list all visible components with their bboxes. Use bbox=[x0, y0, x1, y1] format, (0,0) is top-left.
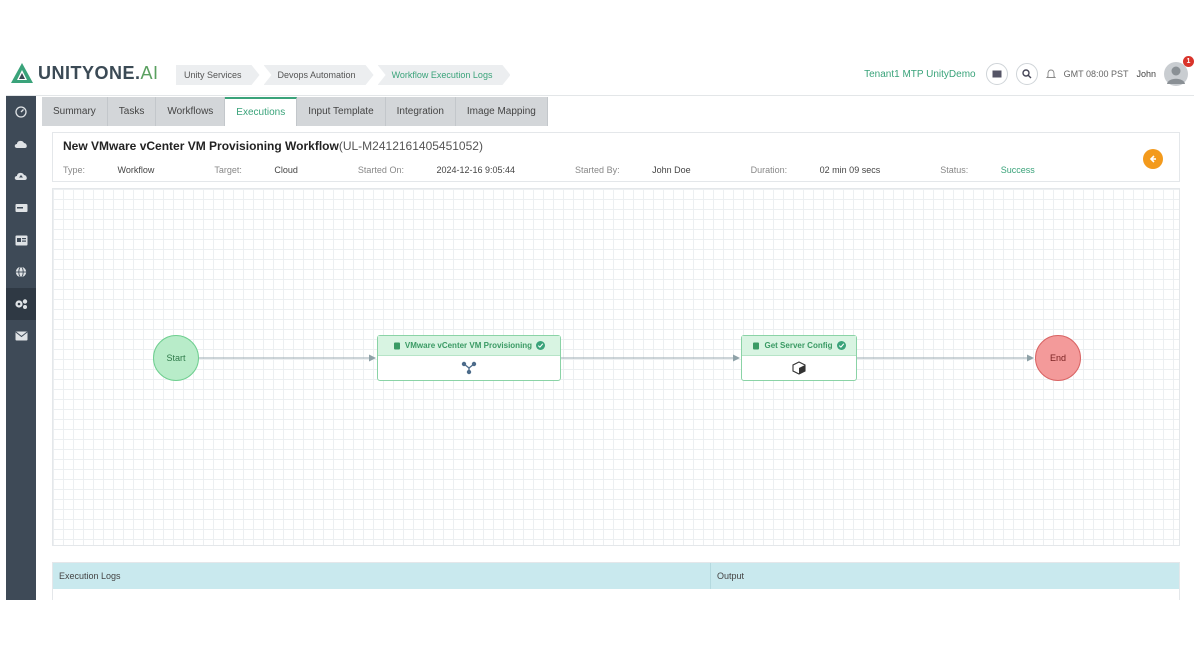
avatar[interactable]: 1 bbox=[1164, 56, 1194, 86]
cube-icon bbox=[792, 361, 806, 375]
workflow-meta: Type: Workflow Target: Cloud Started On:… bbox=[63, 165, 1095, 175]
brand-logo[interactable]: UNITYONE.AI bbox=[10, 62, 159, 84]
meta-started-on: Started On: 2024-12-16 9:05:44 bbox=[358, 165, 545, 175]
meta-target-label: Target: bbox=[214, 165, 242, 175]
meta-type-value: Workflow bbox=[117, 165, 155, 175]
arrow-left-icon bbox=[1149, 155, 1156, 163]
task-header: VMware vCenter VM Provisioning bbox=[378, 336, 560, 356]
tab-workflows[interactable]: Workflows bbox=[156, 97, 226, 126]
execution-logs-panel: Execution Logs Output bbox=[52, 562, 1180, 600]
task-db-icon bbox=[753, 342, 760, 349]
tab-summary[interactable]: Summary bbox=[42, 97, 108, 126]
notification-badge: 1 bbox=[1183, 56, 1194, 67]
meta-duration-label: Duration: bbox=[750, 165, 788, 175]
report-icon bbox=[15, 235, 27, 245]
breadcrumb-devops-automation[interactable]: Devops Automation bbox=[264, 65, 374, 85]
timezone-label: GMT 08:00 PST bbox=[1063, 69, 1129, 79]
tab-input-template[interactable]: Input Template bbox=[297, 97, 386, 126]
meta-type-label: Type: bbox=[63, 165, 86, 175]
logs-column-execution: Execution Logs bbox=[53, 563, 711, 589]
tab-bar: Summary Tasks Workflows Executions Input… bbox=[42, 97, 548, 126]
status-badge: Success bbox=[1000, 165, 1035, 175]
sidebar-item-mail[interactable] bbox=[6, 320, 36, 352]
cloud-upload-icon bbox=[14, 172, 27, 180]
server-icon bbox=[15, 204, 27, 212]
messages-button[interactable] bbox=[985, 63, 1008, 85]
sidebar-item-devops[interactable] bbox=[6, 288, 36, 320]
page-title: New VMware vCenter VM Provisioning Workf… bbox=[63, 139, 483, 153]
meta-duration-value: 02 min 09 secs bbox=[819, 165, 881, 175]
success-check-icon bbox=[536, 341, 546, 350]
sidebar-item-deploy[interactable] bbox=[6, 160, 36, 192]
sidebar-item-servers[interactable] bbox=[6, 192, 36, 224]
task-header: Get Server Config bbox=[742, 336, 856, 356]
breadcrumb-workflow-execution-logs[interactable]: Workflow Execution Logs bbox=[378, 65, 511, 85]
breadcrumb: Unity Services Devops Automation Workflo… bbox=[176, 65, 514, 85]
flow-task-get-server-config[interactable]: Get Server Config bbox=[741, 335, 857, 381]
breadcrumb-unity-services[interactable]: Unity Services bbox=[176, 65, 260, 85]
sidebar-item-dashboard[interactable] bbox=[6, 96, 36, 128]
top-bar: UNITYONE.AI Unity Services Devops Automa… bbox=[6, 52, 1194, 96]
workflow-canvas[interactable]: Start VMware vCenter VM Provisioning Get… bbox=[52, 188, 1180, 546]
search-icon bbox=[1021, 69, 1032, 79]
flow-task-vmware-provisioning[interactable]: VMware vCenter VM Provisioning bbox=[377, 335, 561, 381]
task-body bbox=[742, 356, 856, 380]
top-right-controls: Tenant1 MTP UnityDemo GMT 08:00 PST John… bbox=[864, 56, 1194, 86]
bell-icon[interactable] bbox=[1045, 69, 1056, 80]
task-label: VMware vCenter VM Provisioning bbox=[404, 341, 533, 350]
task-body bbox=[378, 356, 560, 380]
workflow-title: New VMware vCenter VM Provisioning Workf… bbox=[63, 139, 339, 153]
vmware-icon bbox=[461, 361, 477, 375]
meta-started-by: Started By: John Doe bbox=[575, 165, 721, 175]
flow-start-node[interactable]: Start bbox=[153, 335, 199, 381]
meta-target: Target: Cloud bbox=[214, 165, 328, 175]
workflow-id: (UL-M2412161405451052) bbox=[338, 139, 483, 153]
meta-started-by-label: Started By: bbox=[575, 165, 620, 175]
back-button[interactable] bbox=[1143, 149, 1163, 169]
task-label: Get Server Config bbox=[764, 341, 833, 350]
tab-tasks[interactable]: Tasks bbox=[107, 97, 157, 126]
tenant-selector[interactable]: Tenant1 MTP UnityDemo bbox=[864, 69, 976, 80]
envelope-icon bbox=[992, 70, 1002, 78]
meta-target-value: Cloud bbox=[274, 165, 298, 175]
meta-status: Status: Success bbox=[940, 165, 1065, 175]
user-name[interactable]: John bbox=[1136, 69, 1156, 79]
task-db-icon bbox=[393, 342, 400, 349]
flow-connectors bbox=[199, 354, 1034, 362]
sidebar-item-reports[interactable] bbox=[6, 224, 36, 256]
meta-type: Type: Workflow bbox=[63, 165, 184, 175]
sidebar-item-cloud[interactable] bbox=[6, 128, 36, 160]
tab-image-mapping[interactable]: Image Mapping bbox=[455, 97, 548, 126]
cloud-icon bbox=[14, 140, 27, 148]
gears-icon bbox=[15, 299, 28, 309]
search-button[interactable] bbox=[1015, 63, 1038, 85]
success-check-icon bbox=[836, 341, 846, 350]
globe-icon bbox=[15, 266, 27, 278]
flow-end-node[interactable]: End bbox=[1035, 335, 1081, 381]
gauge-icon bbox=[15, 106, 27, 118]
brand-name: UNITYONE.AI bbox=[38, 62, 159, 83]
meta-started-on-label: Started On: bbox=[357, 165, 404, 175]
mail-icon bbox=[14, 331, 28, 341]
meta-started-by-value: John Doe bbox=[652, 165, 691, 175]
meta-duration: Duration: 02 min 09 secs bbox=[751, 165, 911, 175]
logs-column-output: Output bbox=[717, 571, 745, 581]
app-window: UNITYONE.AI Unity Services Devops Automa… bbox=[6, 52, 1194, 600]
sidebar-item-network[interactable] bbox=[6, 256, 36, 288]
sidebar bbox=[6, 96, 36, 600]
logs-header: Execution Logs Output bbox=[53, 563, 1179, 589]
tab-integration[interactable]: Integration bbox=[385, 97, 456, 126]
logo-mark-icon bbox=[11, 63, 33, 83]
meta-started-on-value: 2024-12-16 9:05:44 bbox=[436, 165, 516, 175]
meta-status-label: Status: bbox=[940, 165, 969, 175]
workflow-header: New VMware vCenter VM Provisioning Workf… bbox=[52, 132, 1180, 182]
tab-executions[interactable]: Executions bbox=[225, 97, 298, 126]
